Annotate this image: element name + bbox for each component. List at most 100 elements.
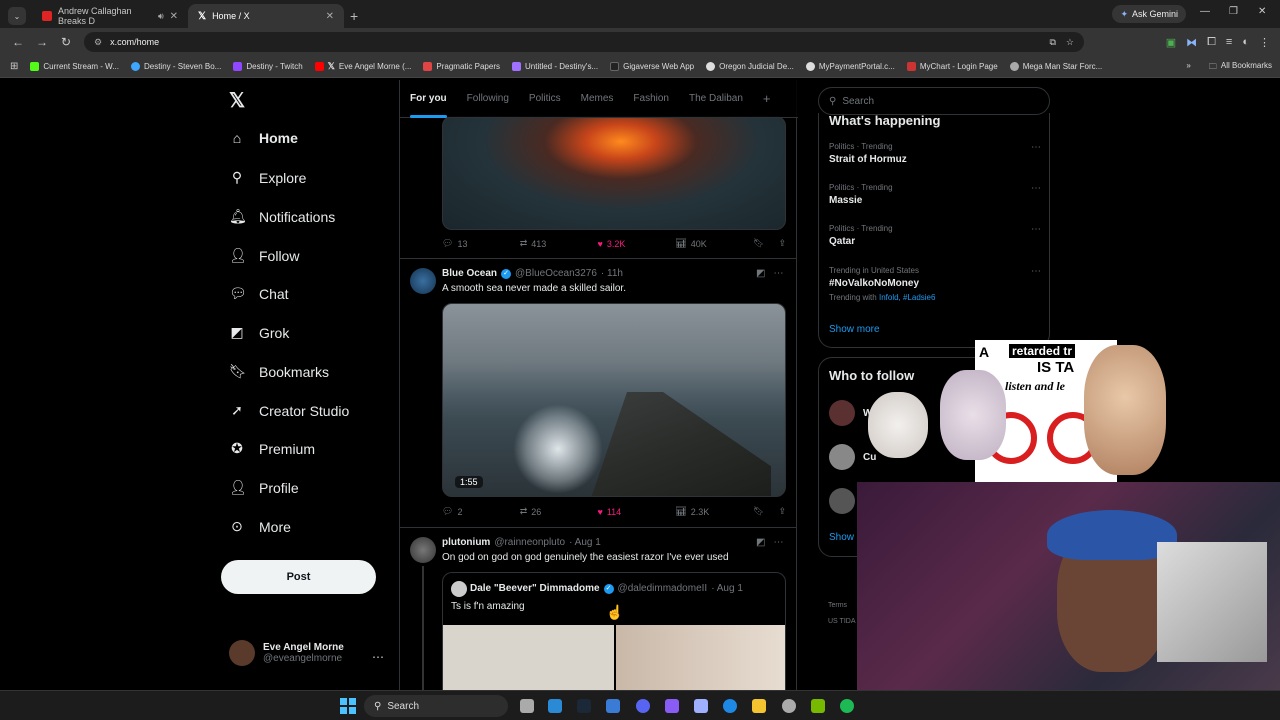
reload-icon[interactable]: ↻ [54,35,78,49]
search-input[interactable]: ⚲ Search [818,87,1050,115]
taskbar-search[interactable]: ⚲ Search [364,695,508,717]
bookmark-item[interactable]: Current Stream - W... [30,62,119,71]
more-icon[interactable]: ⋯ [773,537,783,548]
bookmark-icon[interactable]: 🔖︎ [753,238,764,249]
restore-icon[interactable]: ❐ [1229,6,1238,17]
bookmark-item[interactable]: 𝕏 Eve Angel Morne (... [314,61,411,72]
tab-andrew-callaghan[interactable]: Andrew Callaghan Breaks D 🔊︎ ✕ [32,4,188,28]
close-tab-icon[interactable]: ✕ [170,11,178,22]
trend-item[interactable]: Politics · Trending Massie ⋯ [829,183,1041,206]
nav-home[interactable]: ⌂ Home [229,130,298,146]
forward-icon[interactable]: → [30,35,54,49]
nvidia-icon[interactable] [811,699,825,713]
app-icon[interactable] [694,699,708,713]
bookmark-star-icon[interactable]: ☆ [1066,37,1074,48]
windows-start-icon[interactable] [340,698,356,714]
reply-button[interactable]: 💬︎ 13 [442,238,520,249]
browser-icon[interactable] [723,699,737,713]
show-more-link[interactable]: Show [829,532,854,543]
menu-icon[interactable]: ⋮ [1259,36,1270,49]
terms-link[interactable]: Terms [828,598,856,614]
reading-list-icon[interactable]: ≡ [1226,36,1232,49]
show-more-link[interactable]: Show more [829,324,880,335]
new-tab-button[interactable]: + [350,8,358,24]
account-switcher[interactable]: Eve Angel Morne @eveangelmorne [229,640,344,666]
nav-explore[interactable]: ⚲ Explore [229,169,307,186]
nav-grok[interactable]: ◩ Grok [229,324,289,341]
tab-home-x[interactable]: 𝕏 Home / X ✕ [188,4,344,28]
trend-item[interactable]: Trending in United States #NoValkoNoMone… [829,266,1041,302]
bookmark-item[interactable]: Untitled - Destiny's... [512,62,598,71]
more-icon[interactable]: ⋯ [773,268,783,279]
post-time[interactable]: · Aug 1 [569,537,601,548]
more-icon[interactable]: ⋯ [1031,224,1041,235]
follow-suggestion[interactable]: Cu [829,444,876,470]
quote-tweet[interactable]: Dale "Beever" Dimmadome ✓ @daledimmadome… [442,572,786,690]
repost-button[interactable]: ⇄ 413 [520,238,598,249]
bookmark-item[interactable]: MyChart - Login Page [906,62,998,71]
puzzle-icon[interactable]: ⧠ [1207,36,1216,49]
nav-profile[interactable]: 👤︎ Profile [229,479,299,496]
nav-premium[interactable]: ✪ Premium [229,440,315,457]
extension-icon[interactable]: ⧓ [1186,36,1197,49]
grok-icon[interactable]: ◩ [756,268,765,279]
bookmark-item[interactable]: Gigaverse Web App [610,62,694,71]
bookmark-item[interactable]: Mega Man Star Forc... [1009,62,1102,71]
audio-icon[interactable]: 🔊︎ [158,11,164,22]
app-icon[interactable] [665,699,679,713]
tab-memes[interactable]: Memes [571,80,624,118]
author-name[interactable]: plutonium [442,537,490,548]
install-icon[interactable]: ⧉ [1049,37,1055,48]
ask-gemini-button[interactable]: ✦ Ask Gemini [1112,5,1186,23]
bookmark-icon[interactable]: 🔖︎ [753,506,764,517]
close-tab-icon[interactable]: ✕ [326,11,334,22]
all-bookmarks-button[interactable]: » 🗀 All Bookmarks [1186,61,1272,75]
views-button[interactable]: 📊︎ 40K [675,238,753,249]
post-image[interactable] [442,116,786,230]
nav-follow[interactable]: 👤︎ Follow [229,247,299,264]
share-icon[interactable]: ⇪ [778,506,786,517]
more-icon[interactable]: ⋯ [1031,142,1041,153]
chrome-icon[interactable] [782,699,796,713]
close-window-icon[interactable]: ✕ [1258,6,1266,17]
bookmark-item[interactable]: Oregon Judicial De... [706,62,794,71]
grok-icon[interactable]: ◩ [756,537,765,548]
file-explorer-icon[interactable] [752,699,766,713]
extension-icon[interactable]: ▣ [1166,36,1176,49]
avatar[interactable] [410,537,436,563]
chevron-right-icon[interactable]: » [1186,61,1190,75]
back-icon[interactable]: ← [6,35,30,49]
avatar[interactable] [410,268,436,294]
bookmark-item[interactable]: Pragmatic Papers [423,62,500,71]
app-icon[interactable] [548,699,562,713]
post-button[interactable]: Post [221,560,376,594]
tab-for-you[interactable]: For you [400,80,457,118]
more-icon[interactable]: ⋯ [372,650,384,664]
bookmark-item[interactable]: MyPaymentPortal.c... [805,62,895,71]
post-time[interactable]: · 11h [601,268,623,279]
post-video[interactable]: 1:55 [442,303,786,497]
tab-search-button[interactable]: ⌄ [8,7,26,25]
nav-more[interactable]: ⊙ More [229,518,291,535]
nav-chat[interactable]: 💬︎ Chat [229,285,289,302]
author-handle[interactable]: @rainneonpluto [494,537,565,548]
task-view-icon[interactable] [520,699,534,713]
tab-the-daliban[interactable]: The Daliban [679,80,753,118]
photos-icon[interactable] [606,699,620,713]
trend-item[interactable]: Politics · Trending Strait of Hormuz ⋯ [829,142,1041,165]
tab-politics[interactable]: Politics [519,80,571,118]
x-logo-icon[interactable]: 𝕏 [229,88,245,113]
nav-notifications[interactable]: 🔔︎ Notifications [229,208,335,225]
add-tab-button[interactable]: + [753,80,781,118]
nav-bookmarks[interactable]: 🔖︎ Bookmarks [229,363,329,380]
author-name[interactable]: Blue Ocean [442,268,497,279]
like-button[interactable]: ♥ 3.2K [598,239,676,249]
trend-item[interactable]: Politics · Trending Qatar ⋯ [829,224,1041,247]
tab-fashion[interactable]: Fashion [623,80,679,118]
site-info-icon[interactable]: ⚙ [94,37,102,48]
steam-icon[interactable] [577,699,591,713]
more-icon[interactable]: ⋯ [1031,183,1041,194]
apps-icon[interactable]: ⊞ [10,61,18,72]
like-button[interactable]: ♥ 114 [598,507,676,517]
more-icon[interactable]: ⋯ [1031,266,1041,277]
